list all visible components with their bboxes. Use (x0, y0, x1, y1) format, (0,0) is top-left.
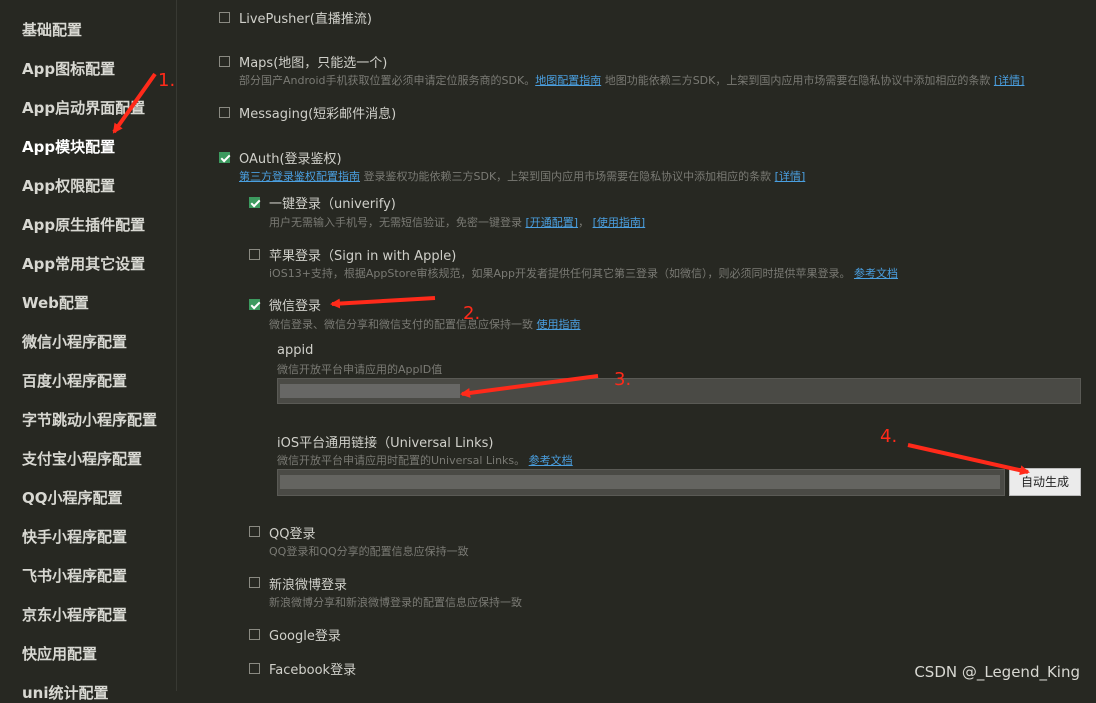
weixin-login-checkbox[interactable] (249, 299, 260, 310)
annotation-label-3: 3. (614, 369, 632, 390)
annotation-label-2: 2. (463, 303, 481, 324)
sina-login-checkbox[interactable] (249, 577, 260, 588)
universal-links-label: iOS平台通用链接（Universal Links) (277, 436, 494, 451)
sidebar-item-baidu-mp[interactable]: 百度小程序配置 (22, 371, 127, 391)
livepusher-checkbox[interactable] (219, 12, 230, 23)
universal-links-docs-link[interactable]: 参考文档 (529, 454, 573, 467)
apple-desc-text: iOS13+支持，根据AppStore审核规范，如果App开发者提供任何其它第三… (269, 267, 851, 280)
maps-desc-privacy: 地图功能依赖三方SDK，上架到国内应用市场需要在隐私协议中添加相应的条款 (601, 74, 994, 87)
auto-generate-button[interactable]: 自动生成 (1009, 468, 1081, 496)
qq-login-description: QQ登录和QQ分享的配置信息应保持一致 (269, 545, 469, 558)
maps-description: 部分国产Android手机获取位置必须申请定位服务商的SDK。地图配置指南 地图… (239, 72, 1024, 88)
sidebar-item-quickapp[interactable]: 快应用配置 (22, 644, 97, 664)
maps-checkbox[interactable] (219, 56, 230, 67)
univerify-desc-text: 用户无需输入手机号，无需短信验证，免密一键登录 (269, 216, 526, 229)
sidebar-item-jd-mp[interactable]: 京东小程序配置 (22, 605, 127, 625)
univerify-guide-link[interactable]: [使用指南] (593, 216, 646, 229)
sidebar-item-app-icon[interactable]: App图标配置 (22, 59, 115, 79)
universal-links-redacted-value (280, 475, 1000, 489)
sidebar-item-other-settings[interactable]: App常用其它设置 (22, 254, 145, 274)
universal-links-input[interactable] (277, 469, 1005, 496)
sidebar: 基础配置 App图标配置 App启动界面配置 App模块配置 App权限配置 A… (0, 0, 177, 702)
sidebar-item-app-splash[interactable]: App启动界面配置 (22, 98, 145, 118)
sidebar-item-alipay-mp[interactable]: 支付宝小程序配置 (22, 449, 142, 469)
sidebar-item-feishu-mp[interactable]: 飞书小程序配置 (22, 566, 127, 586)
qq-login-checkbox[interactable] (249, 526, 260, 537)
univerify-description: 用户无需输入手机号，无需短信验证，免密一键登录 [开通配置]， [使用指南] (269, 214, 645, 230)
google-login-checkbox[interactable] (249, 629, 260, 640)
universal-links-hint: 微信开放平台申请应用时配置的Universal Links。 参考文档 (277, 452, 573, 468)
sidebar-item-kuaishou-mp[interactable]: 快手小程序配置 (22, 527, 127, 547)
maps-desc-text: 部分国产Android手机获取位置必须申请定位服务商的SDK。 (239, 74, 536, 87)
oauth-details-link[interactable]: [详情] (775, 170, 806, 183)
oauth-description: 第三方登录鉴权配置指南 登录鉴权功能依赖三方SDK，上架到国内应用市场需要在隐私… (239, 168, 805, 184)
univerify-checkbox[interactable] (249, 197, 260, 208)
sidebar-item-native-plugins[interactable]: App原生插件配置 (22, 215, 145, 235)
messaging-label: Messaging(短彩邮件消息) (239, 107, 397, 122)
apple-login-checkbox[interactable] (249, 249, 260, 260)
sina-login-description: 新浪微博分享和新浪微博登录的配置信息应保持一致 (269, 596, 522, 609)
sidebar-item-web[interactable]: Web配置 (22, 293, 89, 313)
appid-hint: 微信开放平台申请应用的AppID值 (277, 363, 443, 376)
maps-guide-link[interactable]: 地图配置指南 (535, 74, 601, 87)
weixin-login-label: 微信登录 (269, 299, 322, 314)
apple-login-description: iOS13+支持，根据AppStore审核规范，如果App开发者提供任何其它第三… (269, 265, 898, 281)
sidebar-item-basic[interactable]: 基础配置 (22, 20, 82, 40)
weixin-login-description: 微信登录、微信分享和微信支付的配置信息应保持一致 使用指南 (269, 316, 581, 332)
oauth-checkbox[interactable] (219, 152, 230, 163)
sina-login-label: 新浪微博登录 (269, 578, 348, 593)
univerify-label: 一键登录（univerify) (269, 197, 396, 212)
sidebar-item-uni-stat[interactable]: uni统计配置 (22, 683, 109, 703)
weixin-desc-text: 微信登录、微信分享和微信支付的配置信息应保持一致 (269, 318, 537, 331)
apple-login-label: 苹果登录（Sign in with Apple) (269, 249, 457, 264)
module-config-panel: LivePusher(直播推流) Maps(地图，只能选一个) 部分国产Andr… (177, 0, 1096, 691)
sidebar-item-bytedance-mp[interactable]: 字节跳动小程序配置 (22, 410, 157, 430)
appid-redacted-value (280, 384, 460, 398)
watermark: CSDN @_Legend_King (914, 663, 1080, 681)
oauth-guide-link[interactable]: 第三方登录鉴权配置指南 (239, 170, 360, 183)
maps-label: Maps(地图，只能选一个) (239, 56, 388, 71)
sidebar-item-app-modules[interactable]: App模块配置 (22, 137, 115, 157)
sidebar-item-qq-mp[interactable]: QQ小程序配置 (22, 488, 123, 508)
messaging-checkbox[interactable] (219, 107, 230, 118)
livepusher-label: LivePusher(直播推流) (239, 12, 372, 27)
qq-login-label: QQ登录 (269, 527, 316, 542)
univerify-setup-link[interactable]: [开通配置] (526, 216, 579, 229)
weixin-guide-link[interactable]: 使用指南 (537, 318, 581, 331)
facebook-login-label: Facebook登录 (269, 663, 357, 678)
appid-label: appid (277, 343, 314, 358)
annotation-label-4: 4. (880, 426, 898, 447)
universal-links-hint-text: 微信开放平台申请应用时配置的Universal Links。 (277, 454, 526, 467)
oauth-label: OAuth(登录鉴权) (239, 152, 342, 167)
apple-docs-link[interactable]: 参考文档 (854, 267, 898, 280)
univerify-sep: ， (578, 216, 590, 229)
annotation-label-1: 1. (158, 70, 176, 91)
sidebar-item-weixin-mp[interactable]: 微信小程序配置 (22, 332, 127, 352)
oauth-desc-privacy: 登录鉴权功能依赖三方SDK，上架到国内应用市场需要在隐私协议中添加相应的条款 (360, 170, 775, 183)
facebook-login-checkbox[interactable] (249, 663, 260, 674)
sidebar-item-app-permissions[interactable]: App权限配置 (22, 176, 115, 196)
maps-details-link[interactable]: [详情] (994, 74, 1025, 87)
google-login-label: Google登录 (269, 629, 341, 644)
appid-input[interactable] (277, 378, 1081, 404)
